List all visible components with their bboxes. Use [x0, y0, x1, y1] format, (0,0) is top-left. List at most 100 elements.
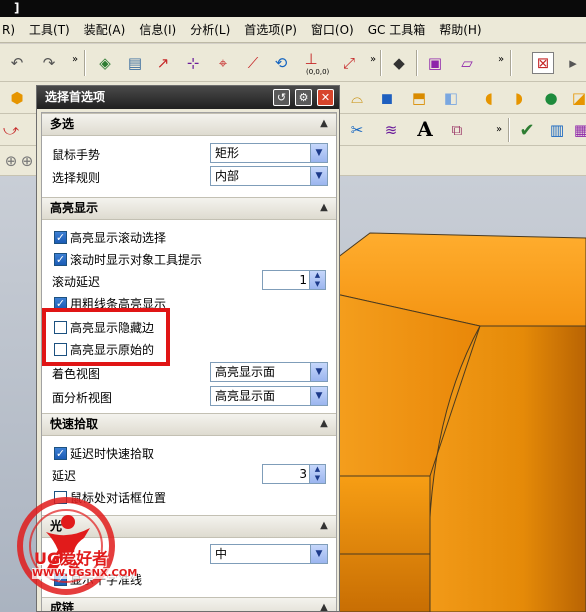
highlight-rollover-checkbox[interactable]: ✓ 高亮显示滚动选择 — [54, 229, 166, 246]
quickpick-delay-spinner[interactable]: 3 ▲ ▼ — [262, 464, 326, 484]
toolbar-overflow-icon-4[interactable]: » — [488, 118, 510, 140]
layer-icon[interactable]: ◈ — [94, 52, 116, 74]
settings-icon[interactable]: ⚙ — [295, 89, 312, 106]
chevron-down-icon[interactable]: ▼ — [310, 144, 327, 162]
rollover-tooltip-checkbox[interactable]: ✓ 滚动时显示对象工具提示 — [54, 251, 202, 268]
check-icon[interactable]: ✔ — [516, 119, 538, 141]
checkbox-checked-icon[interactable]: ✓ — [54, 447, 67, 460]
collapse-icon[interactable]: ▲ — [316, 416, 332, 432]
trim-curve-icon[interactable]: ✂ — [346, 119, 368, 141]
coord-label: (0,0,0) — [306, 68, 330, 76]
quickpick-delay-value: 3 — [299, 467, 307, 481]
menu-item-information[interactable]: 信息(I) — [132, 21, 183, 38]
view-orientation-icon[interactable]: ▸ — [562, 52, 584, 74]
cursor-size-value: 中 — [215, 547, 228, 561]
datum-axis-icon[interactable]: ↗ — [152, 52, 174, 74]
mouse-gesture-value: 矩形 — [215, 146, 240, 160]
menu-item-gc-toolkit[interactable]: GC 工具箱 — [361, 21, 433, 38]
mouse-gesture-label: 鼠标手势 — [52, 148, 101, 162]
wcs-origin-icon[interactable]: ⟋ — [242, 52, 264, 74]
collapse-icon[interactable]: ▲ — [316, 600, 332, 611]
menu-item-analysis[interactable]: 分析(L) — [183, 21, 237, 38]
point-icon[interactable]: ⊹ — [182, 52, 204, 74]
menu-item-tools[interactable]: 工具(T) — [22, 21, 77, 38]
edge-blend-icon[interactable]: ◖ — [478, 87, 500, 109]
quickpick-delay-label: 延迟 — [52, 469, 77, 483]
redo-icon[interactable]: ↷ — [38, 52, 60, 74]
edit-object-icon[interactable]: ▱ — [456, 52, 478, 74]
shaded-view-label: 着色视图 — [52, 367, 101, 381]
rollover-delay-label: 滚动延迟 — [52, 275, 101, 289]
collapse-icon[interactable]: ▲ — [316, 518, 332, 534]
transform-icon[interactable]: ◆ — [388, 52, 410, 74]
collapse-icon[interactable]: ▲ — [316, 116, 332, 132]
watermark-brand: UG爱好者 — [34, 549, 109, 568]
section-icon[interactable]: ⧉ — [446, 119, 468, 141]
curve-icon[interactable]: ⤻ — [0, 119, 22, 141]
spinner-arrows-icon[interactable]: ▲ ▼ — [309, 465, 325, 483]
cursor-size-select[interactable]: 中 ▼ — [210, 544, 328, 564]
analysis-icon[interactable]: ▦ — [570, 119, 586, 141]
highlight-annotation-box — [42, 308, 170, 366]
menu-item-assemblies[interactable]: 装配(A) — [77, 21, 133, 38]
close-icon[interactable]: ✕ — [317, 89, 334, 106]
chevron-down-icon[interactable]: ▼ — [310, 167, 327, 185]
mouse-gesture-select[interactable]: 矩形 ▼ — [210, 143, 328, 163]
wcs-dynamic-icon[interactable]: ⌖ — [212, 52, 234, 74]
chevron-down-icon[interactable]: ▼ — [310, 545, 327, 563]
select-rule-value: 内部 — [215, 169, 240, 183]
highlight-rollover-label: 高亮显示滚动选择 — [70, 231, 167, 245]
rollover-delay-value: 1 — [299, 273, 307, 287]
fit-view-icon[interactable]: ⊠ — [532, 52, 554, 74]
collapse-icon[interactable]: ▲ — [316, 200, 332, 216]
rollover-delay-spinner[interactable]: 1 ▲ ▼ — [262, 270, 326, 290]
spinner-arrows-icon[interactable]: ▲ ▼ — [309, 271, 325, 289]
toolbar-separator — [508, 118, 510, 142]
menu-item-r[interactable]: R) — [0, 23, 22, 37]
wcs-display-icon[interactable]: ⤢ — [338, 52, 360, 74]
section-title: 快速拾取 — [50, 417, 99, 431]
shaded-view-select[interactable]: 高亮显示面 ▼ — [210, 362, 328, 382]
checkbox-checked-icon[interactable]: ✓ — [54, 231, 67, 244]
face-analysis-value: 高亮显示面 — [215, 389, 276, 403]
tube-icon[interactable]: ⌓ — [346, 87, 368, 109]
toolbar-overflow-icon[interactable]: » — [64, 48, 86, 70]
menu-item-window[interactable]: 窗口(O) — [304, 21, 361, 38]
reset-icon[interactable]: ↺ — [273, 89, 290, 106]
select-rule-select[interactable]: 内部 ▼ — [210, 166, 328, 186]
sphere-icon[interactable]: ● — [540, 87, 562, 109]
toolbar-overflow-icon-3[interactable]: » — [490, 48, 512, 70]
snap-point-icon[interactable]: ⊕ — [16, 150, 38, 172]
face-analysis-label: 面分析视图 — [52, 391, 113, 405]
face-analysis-select[interactable]: 高亮显示面 ▼ — [210, 386, 328, 406]
toolbar-separator — [380, 50, 382, 76]
delay-quickpick-checkbox[interactable]: ✓ 延迟时快速拾取 — [54, 445, 154, 462]
section-quickpick[interactable]: 快速拾取 ▲ — [42, 413, 336, 436]
cylinder-icon[interactable]: ⬒ — [408, 87, 430, 109]
menu-item-help[interactable]: 帮助(H) — [432, 21, 488, 38]
wcs-rotate-icon[interactable]: ⟲ — [270, 52, 292, 74]
hole-icon[interactable]: ◪ — [568, 87, 586, 109]
measure-icon[interactable]: ▥ — [546, 119, 568, 141]
chevron-down-icon[interactable]: ▼ — [310, 363, 327, 381]
section-multi-select[interactable]: 多选 ▲ — [42, 113, 336, 136]
menu-item-preferences[interactable]: 首选项(P) — [237, 21, 304, 38]
chevron-down-icon[interactable]: ▼ — [310, 387, 327, 405]
csys-icon[interactable]: ⊥ — [300, 48, 322, 70]
section-highlight[interactable]: 高亮显示 ▲ — [42, 197, 336, 220]
face-blend-icon[interactable]: ◗ — [508, 87, 530, 109]
part-navigator-icon[interactable]: ▤ — [124, 52, 146, 74]
shaded-view-value: 高亮显示面 — [215, 365, 276, 379]
section-title: 多选 — [50, 117, 75, 131]
window-title: ] — [0, 0, 586, 17]
text-tool-icon[interactable]: A — [414, 117, 436, 141]
checkbox-checked-icon[interactable]: ✓ — [54, 253, 67, 266]
cone-icon[interactable]: ◧ — [440, 87, 462, 109]
offset-curve-icon[interactable]: ≋ — [380, 119, 402, 141]
object-display-icon[interactable]: ▣ — [424, 52, 446, 74]
undo-icon[interactable]: ↶ — [6, 52, 28, 74]
watermark-url: WWW.UGSNX.COM — [32, 568, 138, 579]
delay-quickpick-label: 延迟时快速拾取 — [70, 447, 155, 461]
block-icon[interactable]: ◼ — [376, 87, 398, 109]
extrude-icon[interactable]: ⬢ — [6, 87, 28, 109]
